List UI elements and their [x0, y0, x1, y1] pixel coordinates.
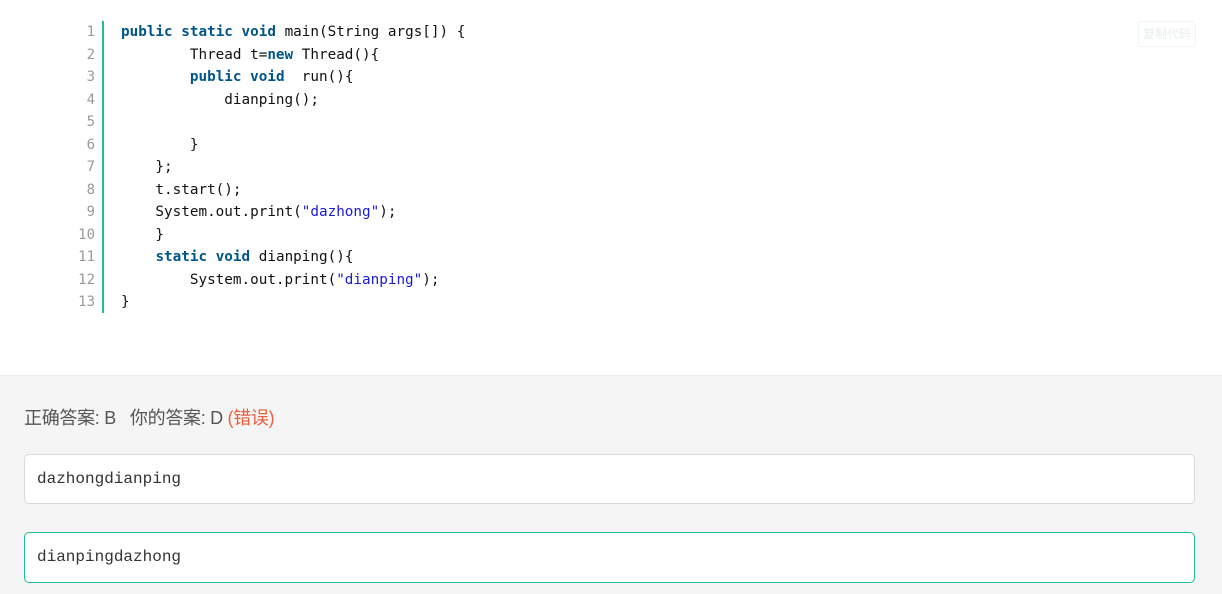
- code-line: public void run(){: [189, 69, 354, 85]
- wrong-status-badge: (错误): [227, 408, 275, 428]
- correct-answer-label: 正确答案: B: [24, 408, 116, 428]
- code-block: 1 2 3 4 5 6 7 8 9 10 11 12 13 public sta…: [0, 0, 1222, 375]
- result-line: 正确答案: B 你的答案: D (错误): [24, 404, 275, 430]
- code-line: t.start();: [121, 181, 242, 198]
- code-line: static void dianping(){: [155, 249, 354, 265]
- code-line: dianping();: [121, 91, 319, 108]
- answer-option[interactable]: dazhongdianping: [24, 454, 1195, 504]
- line-number: 1: [86, 24, 95, 40]
- code-text: public static void main(String args[]) {…: [121, 21, 465, 314]
- your-answer-label: 你的答案: D: [129, 408, 223, 428]
- code-line: }: [121, 226, 165, 243]
- line-number: 2: [86, 46, 95, 63]
- line-number: 6: [86, 136, 95, 153]
- line-number: 9: [86, 204, 95, 220]
- code-line: }: [121, 294, 130, 310]
- line-number: 12: [78, 271, 95, 288]
- line-number: 5: [86, 114, 95, 130]
- line-numbers: 1 2 3 4 5 6 7 8 9 10 11 12 13: [60, 21, 95, 314]
- answer-panel: 正确答案: B 你的答案: D (错误) dazhongdianping dian…: [0, 375, 1222, 594]
- line-number: 8: [86, 181, 95, 198]
- line-number: 4: [86, 91, 95, 108]
- code-line: System.out.print("dazhong");: [121, 204, 397, 220]
- code-line: };: [121, 159, 173, 175]
- line-number: 3: [86, 69, 95, 85]
- code-line: Thread t=new Thread(){: [121, 46, 380, 63]
- code-line: }: [121, 136, 199, 153]
- line-number: 11: [78, 249, 95, 265]
- code-line: public static void main(String args[]) {: [121, 24, 466, 40]
- line-number: 7: [86, 159, 95, 175]
- copy-code-button[interactable]: 复制代码: [1138, 21, 1196, 47]
- gutter-bar: [102, 21, 104, 313]
- line-number: 13: [78, 294, 95, 310]
- line-number: 10: [78, 226, 95, 243]
- code-line: System.out.print("dianping");: [121, 271, 440, 288]
- answer-option-selected[interactable]: dianpingdazhong: [24, 532, 1195, 583]
